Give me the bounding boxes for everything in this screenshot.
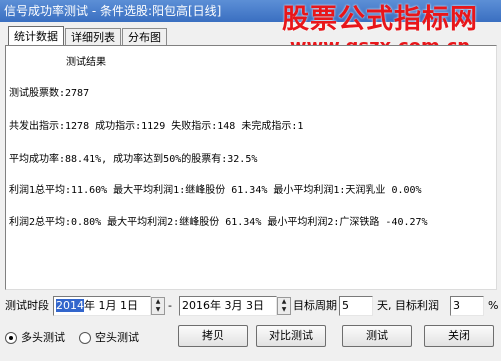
long-test-label[interactable]: 多头测试 xyxy=(21,328,65,348)
percent-sign: % xyxy=(488,299,499,312)
window-title: 信号成功率测试 - 条件选股:阳包高[日线] xyxy=(4,4,222,18)
spin-up-icon[interactable]: ▲ xyxy=(152,298,164,306)
target-period-label: 目标周期 xyxy=(293,299,337,312)
result-line-profit1: 利润1总平均:11.60% 最大平均利润1:继峰股份 61.34% 最小平均利润… xyxy=(9,185,422,196)
start-date-picker[interactable]: 2014年 1月 1日 xyxy=(53,296,151,316)
end-date-field: 2016年 3月 3日 xyxy=(182,299,264,312)
date-range-dash: - xyxy=(168,299,172,312)
long-test-radio[interactable] xyxy=(5,332,17,344)
test-button[interactable]: 测试 xyxy=(342,325,412,347)
compare-test-button[interactable]: 对比测试 xyxy=(256,325,326,347)
end-date-picker[interactable]: 2016年 3月 3日 xyxy=(179,296,277,316)
target-profit-label: 天, 目标利润 xyxy=(377,299,439,312)
mode-radio-group: 多头测试 空头测试 xyxy=(5,328,185,350)
start-year-field[interactable]: 2014 xyxy=(56,299,84,312)
tab-strip: 统计数据 详细列表 分布图 xyxy=(8,26,168,46)
results-heading: 测试结果 xyxy=(66,57,106,68)
spin-down-icon[interactable]: ▼ xyxy=(152,306,164,314)
tab-statistics[interactable]: 统计数据 xyxy=(8,26,64,46)
target-period-input[interactable]: 5 xyxy=(339,296,373,316)
period-label: 测试时段 xyxy=(5,299,49,312)
results-panel: 测试结果 测试股票数:2787 共发出指示:1278 成功指示:1129 失败指… xyxy=(5,45,497,290)
target-profit-input[interactable]: 3 xyxy=(450,296,484,316)
end-date-spinner[interactable]: ▲ ▼ xyxy=(277,297,291,315)
start-date-rest: 年 1月 1日 xyxy=(84,299,138,312)
spin-down-icon[interactable]: ▼ xyxy=(278,306,290,314)
parameters-row: 测试时段 2014年 1月 1日 ▲ ▼ - 2016年 3月 3日 ▲ ▼ 目… xyxy=(5,296,499,318)
result-line-success-rate: 平均成功率:88.41%, 成功率达到50%的股票有:32.5% xyxy=(9,154,258,165)
tab-detail-list[interactable]: 详细列表 xyxy=(65,28,121,46)
spin-up-icon[interactable]: ▲ xyxy=(278,298,290,306)
short-test-radio[interactable] xyxy=(79,332,91,344)
short-test-label[interactable]: 空头测试 xyxy=(95,328,139,348)
result-line-profit2: 利润2总平均:0.80% 最大平均利润2:继峰股份 61.34% 最小平均利润2… xyxy=(9,217,428,228)
copy-button[interactable]: 拷贝 xyxy=(178,325,248,347)
tab-distribution[interactable]: 分布图 xyxy=(122,28,167,46)
start-date-spinner[interactable]: ▲ ▼ xyxy=(151,297,165,315)
close-button[interactable]: 关闭 xyxy=(424,325,494,347)
window-title-bar: 信号成功率测试 - 条件选股:阳包高[日线] xyxy=(0,0,501,22)
result-line-signals: 共发出指示:1278 成功指示:1129 失败指示:148 未完成指示:1 xyxy=(9,121,304,132)
result-line-stock-count: 测试股票数:2787 xyxy=(9,88,90,99)
